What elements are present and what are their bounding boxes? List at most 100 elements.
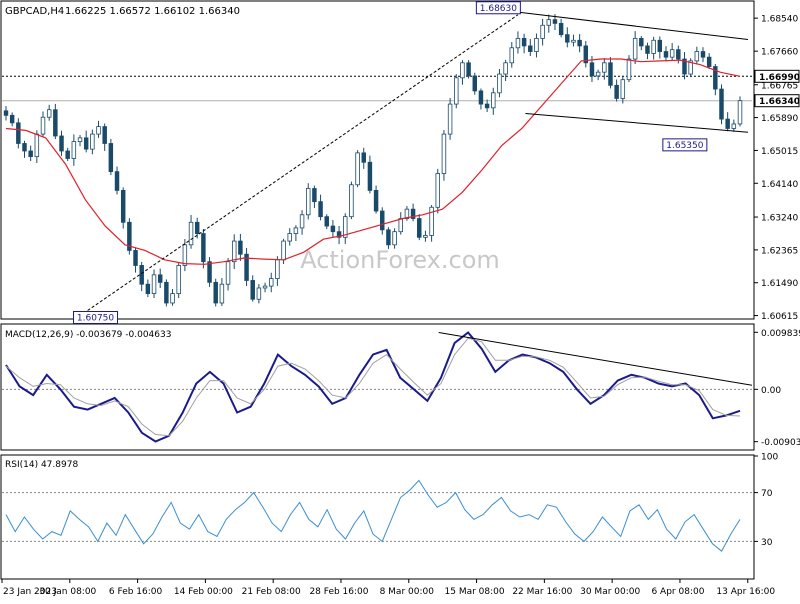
header-symbol: GBPCAD,H4 [5,6,64,17]
candle-body [96,126,101,135]
annotation-label: 1.65350 [666,141,703,151]
candle-body [608,62,613,86]
candle-body [355,152,360,186]
candle-body [614,84,619,99]
candle-body [552,19,558,24]
candle-body [737,100,743,125]
candle-body [90,133,95,150]
candle-body [231,240,237,263]
candle-body [602,62,607,73]
candle-body [719,88,724,120]
rsi-y-tick-label: 100 [761,453,778,463]
candle-body [157,274,163,283]
candle-body [706,56,712,67]
candle-body [83,137,89,150]
candle-body [534,38,539,52]
candle-body [287,233,292,242]
x-tick-label: 15 Mar 08:00 [445,587,505,597]
candle-body [133,250,138,266]
price-y-tick-label: 1.61490 [761,279,798,289]
candle-body [330,225,336,233]
x-tick-label: 14 Feb 00:00 [174,587,233,597]
candle-body [176,265,181,295]
candle-body [28,150,33,158]
candle-body [503,62,508,75]
candle-body [250,280,255,300]
candle-body [577,39,582,47]
candle-body [676,49,681,60]
candle-body [306,188,311,216]
candle-body [663,51,669,58]
candle-body [620,79,626,99]
candle-body [558,22,564,36]
candle-body [312,188,317,203]
candle-body [77,137,83,143]
candle-body [299,214,305,229]
chart-background [0,0,800,600]
candle-body [447,103,453,135]
chart-svg: ActionForex.com 1.68630 1.60750 1.65350 1.… [0,0,800,600]
candle-body [484,103,490,109]
macd-title: MACD(12,26,9) -0.003679 -0.004633 [5,330,171,340]
candle-body [398,218,403,233]
candle-body [53,109,58,137]
candle-body [318,201,323,218]
candle-body [102,126,107,144]
x-tick-label: 6 Apr 08:00 [651,587,704,597]
candle-body [373,189,379,212]
candle-body [392,231,397,246]
price-badge-label: 1.66990 [759,73,800,83]
candle-body [565,34,570,43]
candle-body [528,45,533,52]
candle-body [472,75,478,92]
macd-y-tick-label: 0.009839 [761,329,800,339]
candle-body [275,259,280,279]
candle-body [225,261,231,285]
candle-body [349,184,354,218]
candle-body [571,39,576,43]
candle-body [361,152,366,163]
x-tick-label: 22 Mar 16:00 [512,587,572,597]
candle-body [9,114,15,124]
candle-body [151,274,157,295]
candle-body [71,141,77,159]
candle-body [657,39,663,52]
candle-body [435,173,440,208]
x-tick-label: 30 Mar 00:00 [580,587,640,597]
candle-body [639,38,644,47]
candle-body [194,221,200,234]
candle-body [139,265,144,285]
rsi-title: RSI(14) 47.8978 [5,460,78,470]
candle-body [645,45,650,54]
x-tick-label: 30 Jan 08:00 [39,587,96,597]
candle-body [120,189,126,223]
candle-body [417,218,422,238]
price-y-tick-label: 1.67660 [761,48,798,58]
candle-body [626,58,632,81]
candle-body [59,135,64,152]
candle-body [34,133,40,158]
watermark: ActionForex.com [300,246,500,274]
annotation-label: 1.68630 [480,4,517,14]
candle-body [651,39,656,54]
price-y-tick-label: 1.63240 [761,214,798,224]
candle-body [694,51,700,62]
macd-y-tick-label: -0.009036 [761,438,800,448]
candle-body [595,71,601,77]
candle-body [114,171,120,191]
candle-body [491,92,496,109]
candle-body [632,38,638,60]
price-y-tick-label: 1.60615 [761,312,798,322]
candle-body [380,210,385,231]
candle-body [540,24,545,39]
candle-body [497,73,502,94]
candle-body [367,161,373,191]
candle-body [441,133,447,174]
candle-body [478,90,484,105]
candle-body [46,109,52,118]
price-y-tick-label: 1.68540 [761,15,798,25]
header-ohlc: 1.66225 1.66572 1.66102 1.66340 [65,6,240,17]
chart-container: ActionForex.com 1.68630 1.60750 1.65350 1.… [0,0,800,600]
price-badge-label: 1.66340 [759,97,800,107]
candle-body [546,19,552,26]
